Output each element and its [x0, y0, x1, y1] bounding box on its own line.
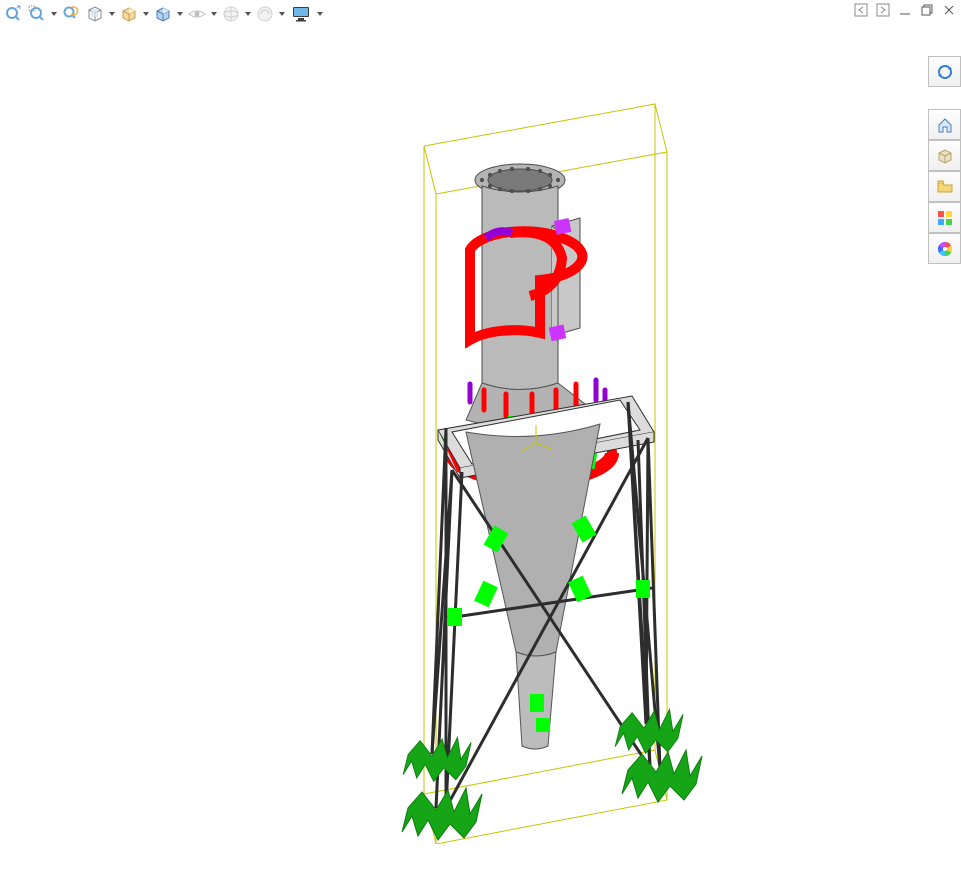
section-view-button[interactable]: [84, 3, 106, 25]
minimize-button[interactable]: [897, 2, 913, 18]
edit-scene-dropdown[interactable]: [244, 3, 252, 25]
open-folder-button[interactable]: [928, 171, 961, 202]
color-wheel-button[interactable]: [928, 233, 961, 264]
display-style-dropdown[interactable]: [176, 3, 184, 25]
display-monitor-dropdown[interactable]: [316, 3, 324, 25]
edit-scene-button[interactable]: [220, 3, 242, 25]
zoom-fit-button[interactable]: [2, 3, 24, 25]
home-button[interactable]: [928, 109, 961, 140]
previous-view-button[interactable]: [853, 2, 869, 18]
top-toolbar: [0, 0, 961, 28]
graphics-viewport[interactable]: [0, 28, 928, 844]
display-monitor-button[interactable]: [288, 3, 314, 25]
hide-show-dropdown[interactable]: [210, 3, 218, 25]
model-svg: [0, 28, 928, 844]
geometry-button[interactable]: [928, 140, 961, 171]
section-view-dropdown[interactable]: [108, 3, 116, 25]
display-style-button[interactable]: [152, 3, 174, 25]
refresh-button[interactable]: [928, 56, 961, 87]
zoom-area-dropdown[interactable]: [50, 3, 58, 25]
zoom-previous-button[interactable]: [60, 3, 82, 25]
restore-button[interactable]: [919, 2, 935, 18]
next-view-button[interactable]: [875, 2, 891, 18]
view-orientation-button[interactable]: [118, 3, 140, 25]
right-sidebar: [928, 56, 961, 264]
hide-show-button[interactable]: [186, 3, 208, 25]
view-orientation-dropdown[interactable]: [142, 3, 150, 25]
apply-scene-button[interactable]: [254, 3, 276, 25]
apply-scene-dropdown[interactable]: [278, 3, 286, 25]
appearance-button[interactable]: [928, 202, 961, 233]
close-button[interactable]: [941, 2, 957, 18]
zoom-area-button[interactable]: [26, 3, 48, 25]
window-controls: [853, 2, 957, 18]
